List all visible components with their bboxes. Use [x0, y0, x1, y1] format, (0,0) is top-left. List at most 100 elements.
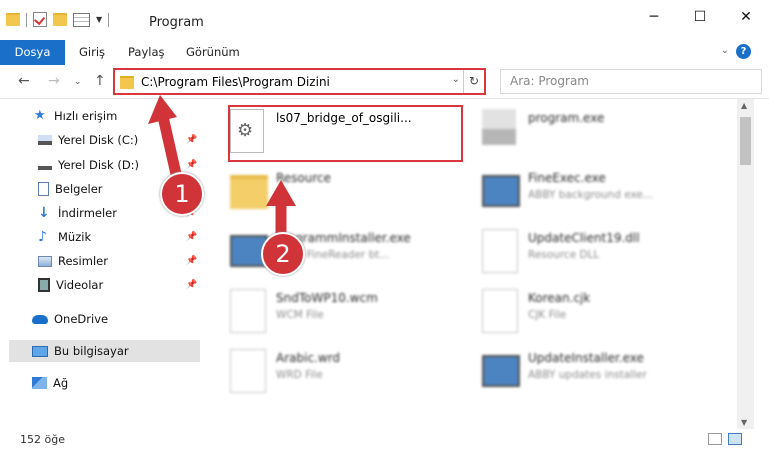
tab-share[interactable]: Paylaş: [128, 40, 165, 65]
file-type: CJK File: [528, 309, 567, 321]
file-name: Korean.cjk: [528, 291, 591, 305]
maximize-button[interactable]: ☐: [677, 0, 723, 34]
file-item[interactable]: FineExec.exe ABBY background exe...: [482, 167, 722, 219]
sidebar-item-pictures[interactable]: Resimler: [38, 250, 108, 272]
sidebar-item-local-disk-c[interactable]: Yerel Disk (C:): [38, 129, 138, 151]
sidebar-item-videos[interactable]: Videolar: [38, 274, 103, 296]
recent-chevron-icon[interactable]: ⌄: [74, 77, 82, 87]
network-icon: [32, 377, 47, 389]
pin-icon[interactable]: 📌: [186, 256, 197, 266]
title-bar: ▼ Program ─ ☐ ✕: [0, 0, 769, 40]
document-icon: [482, 289, 518, 333]
up-arrow-icon[interactable]: ↑: [94, 73, 106, 89]
exe-icon: [482, 109, 516, 145]
sidebar-item-label: Videolar: [56, 278, 104, 292]
sidebar-item-label: Resimler: [58, 254, 108, 268]
help-icon[interactable]: ?: [736, 44, 751, 59]
ribbon: Dosya Giriş Paylaş Görünüm ⌄ ?: [0, 40, 769, 92]
sidebar-item-quick-access[interactable]: ★ Hızlı erişim: [34, 105, 117, 127]
vertical-scrollbar[interactable]: ▲ ▼: [737, 99, 754, 429]
sidebar-item-onedrive[interactable]: OneDrive: [32, 308, 108, 330]
file-name: FineExec.exe: [528, 171, 606, 185]
file-name: Resource: [276, 171, 332, 185]
file-type: Resource DLL: [528, 249, 600, 261]
file-type: ABBY updates installer: [528, 369, 647, 381]
file-type: ABBY background exe...: [528, 189, 653, 201]
status-bar: 152 öğe: [0, 429, 769, 466]
pin-icon[interactable]: 📌: [186, 135, 197, 145]
item-count: 152 öğe: [20, 433, 65, 446]
scroll-thumb[interactable]: [740, 117, 751, 165]
drive-icon: [38, 160, 52, 170]
sidebar-item-label: İndirmeler: [58, 206, 117, 220]
file-item[interactable]: SndToWP10.wcm WCM File: [230, 287, 460, 339]
large-icons-view-icon[interactable]: [728, 433, 742, 445]
refresh-icon[interactable]: ↻: [463, 70, 484, 93]
sidebar-item-label: OneDrive: [54, 312, 109, 326]
star-icon: ★: [34, 108, 46, 123]
view-toggle: [708, 433, 742, 445]
pin-icon[interactable]: 📌: [186, 160, 197, 170]
view-options-icon[interactable]: [73, 12, 90, 27]
file-name: program.exe: [528, 111, 605, 125]
file-item[interactable]: Arabic.wrd WRD File: [230, 347, 460, 399]
sidebar-item-label: Belgeler: [55, 182, 103, 196]
file-item[interactable]: Korean.cjk CJK File: [482, 287, 722, 339]
search-input[interactable]: Ara: Program: [500, 69, 762, 94]
download-icon: ↓: [38, 205, 50, 221]
dll-icon: [482, 229, 518, 273]
sidebar-item-local-disk-d[interactable]: Yerel Disk (D:): [38, 154, 139, 176]
minimize-button[interactable]: ─: [631, 0, 677, 34]
file-item[interactable]: UpdateInstaller.exe ABBY updates install…: [482, 347, 722, 399]
navigation-pane: ★ Hızlı erişim Yerel Disk (C:) 📌 Yerel D…: [0, 99, 203, 429]
sidebar-item-label: Yerel Disk (D:): [58, 158, 140, 172]
folder-icon: [120, 76, 134, 89]
exe-icon: [482, 175, 520, 207]
forward-arrow-icon[interactable]: →: [48, 73, 60, 89]
sidebar-item-label: Hızlı erişim: [54, 109, 118, 123]
tab-view[interactable]: Görünüm: [186, 40, 240, 65]
scroll-up-icon[interactable]: ▲: [741, 101, 747, 110]
document-icon: [230, 289, 266, 333]
chevron-down-icon[interactable]: ⌄: [721, 45, 729, 56]
details-view-icon[interactable]: [708, 433, 722, 445]
step-badge-1: 1: [160, 172, 204, 216]
exe-icon: [482, 355, 520, 387]
drive-icon: [38, 135, 52, 145]
divider: [26, 12, 27, 27]
sidebar-item-network[interactable]: Ağ: [32, 372, 68, 394]
close-button[interactable]: ✕: [723, 0, 769, 34]
sidebar-item-label: Müzik: [58, 230, 92, 244]
address-path[interactable]: C:\Program Files\Program Dizini: [141, 75, 330, 89]
file-item[interactable]: Resource: [230, 167, 460, 219]
sidebar-item-documents[interactable]: Belgeler: [38, 178, 103, 200]
chevron-down-icon[interactable]: ▼: [96, 15, 102, 24]
cloud-icon: [32, 314, 48, 324]
sidebar-item-this-pc[interactable]: Bu bilgisayar: [9, 340, 200, 362]
file-type: WCM File: [276, 309, 324, 321]
properties-check-icon[interactable]: [33, 12, 47, 27]
file-name: UpdateInstaller.exe: [528, 351, 644, 365]
file-name: Arabic.wrd: [276, 351, 341, 365]
chevron-down-icon[interactable]: ⌄: [452, 74, 460, 85]
selection-highlight-box: [228, 105, 463, 162]
back-arrow-icon[interactable]: ←: [18, 73, 30, 89]
new-folder-icon[interactable]: [53, 13, 67, 26]
pin-icon[interactable]: 📌: [186, 232, 197, 242]
file-item[interactable]: program.exe: [482, 107, 722, 159]
sidebar-item-label: Bu bilgisayar: [54, 344, 129, 358]
sidebar-item-music[interactable]: ♪ Müzik: [38, 226, 91, 248]
navigation-bar: ← → ⌄ ↑ C:\Program Files\Program Dizini …: [0, 65, 769, 99]
scroll-down-icon[interactable]: ▼: [741, 418, 747, 427]
folder-icon[interactable]: [6, 13, 20, 26]
document-icon: [230, 349, 266, 393]
sidebar-item-downloads[interactable]: ↓ İndirmeler: [38, 202, 117, 224]
tab-home[interactable]: Giriş: [79, 40, 105, 65]
pin-icon[interactable]: 📌: [186, 280, 197, 290]
sidebar-item-label: Ağ: [53, 376, 69, 390]
file-item[interactable]: UpdateClient19.dll Resource DLL: [482, 227, 722, 279]
search-placeholder: Ara: Program: [510, 74, 589, 88]
folder-icon: [230, 175, 268, 209]
divider: [108, 12, 110, 27]
address-bar[interactable]: C:\Program Files\Program Dizini ⌄ ↻: [113, 68, 486, 95]
